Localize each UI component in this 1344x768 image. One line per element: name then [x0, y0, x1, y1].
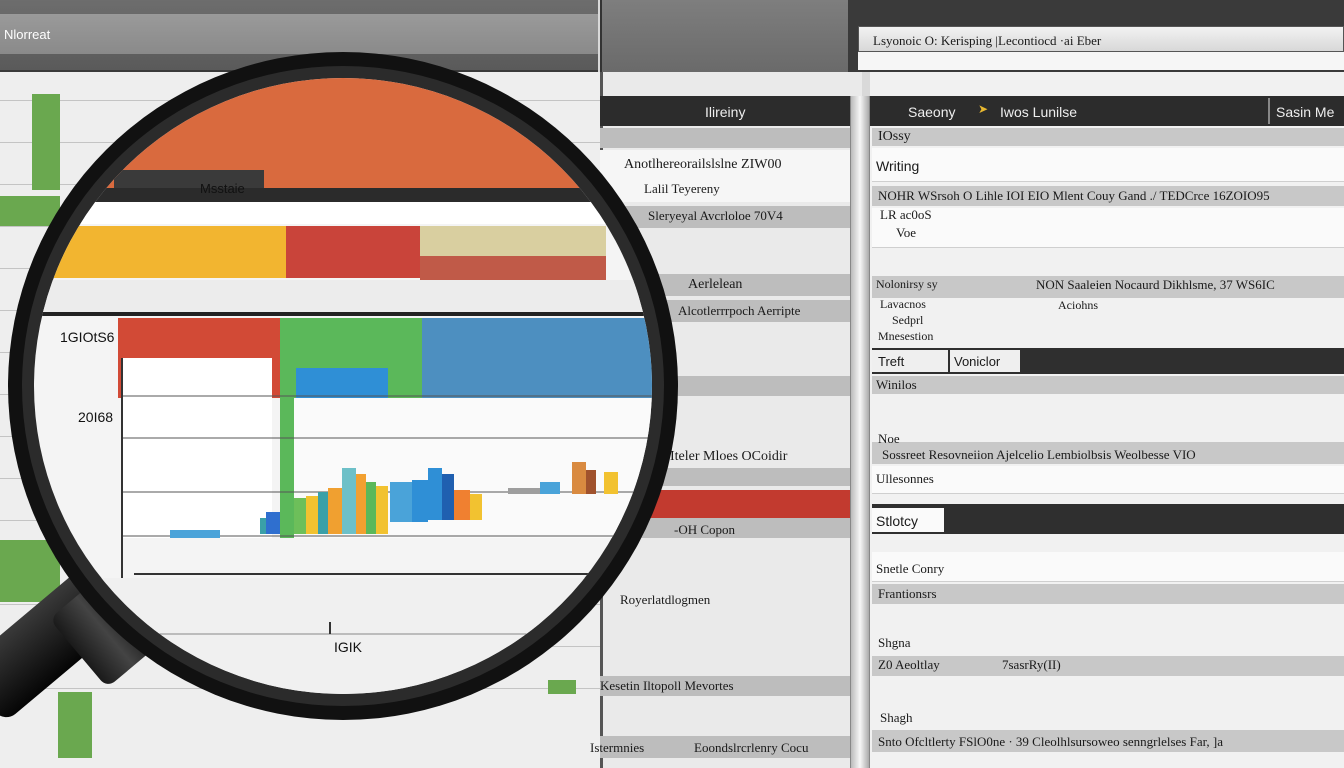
- lens-divider: [34, 312, 652, 316]
- mid-row-text: Aerlelean: [688, 277, 743, 292]
- bar: [604, 472, 618, 494]
- right-row-text: Nolonirsy sy: [876, 277, 938, 291]
- row-band: [872, 208, 1344, 248]
- lens-gap: [34, 280, 652, 312]
- y-tick-label: 1GIOtS6: [60, 329, 115, 345]
- right-row-text: NON Saaleien Nocaurd Dikhlsme, 37 WS6IC: [1036, 277, 1275, 292]
- right-row-text: Sossreet Resovneiion Ajelcelio Lembiolbs…: [882, 447, 1196, 462]
- bar: [170, 530, 220, 538]
- right-row-text: Z0 Aeoltlay: [878, 657, 940, 672]
- lens-bottom: [34, 578, 652, 694]
- bar: [572, 462, 586, 494]
- search-input-text: Lsyonoic O: Kerisping |Lecontiocd ·ai Eb…: [873, 33, 1102, 48]
- window-title: Nlorreat: [4, 27, 51, 42]
- right-header-label: Saeony: [908, 104, 956, 120]
- wide-bar-red: [286, 226, 420, 278]
- magnified-chart: [34, 78, 652, 694]
- bar: [540, 482, 560, 494]
- vertical-scrollbar[interactable]: [850, 96, 870, 768]
- mid-row-text: Lalil Teyereny: [644, 181, 720, 196]
- right-row-text: IOssy: [878, 129, 911, 144]
- bar: [586, 470, 596, 494]
- right-row-text: Ullesonnes: [876, 471, 934, 486]
- tab-label: Stlotcy: [876, 513, 919, 529]
- right-row-text: Winilos: [876, 377, 917, 392]
- wide-bar-yellow: [54, 226, 286, 278]
- search-input-underbar: [858, 52, 1344, 70]
- middle-header-label: Ilireiny: [705, 104, 746, 120]
- row-band: [872, 148, 1344, 182]
- tab-label: Treft: [878, 354, 905, 369]
- right-row-text: Writing: [876, 158, 920, 174]
- right-header-label: Sasin Me: [1276, 104, 1335, 120]
- bar: [266, 512, 280, 534]
- search-input[interactable]: Lsyonoic O: Kerisping |Lecontiocd ·ai Eb…: [858, 26, 1344, 52]
- tab-label: Voniclor: [954, 354, 1001, 369]
- right-row-text: Noe: [878, 431, 900, 446]
- mid-row-text: Alcotlerrrpoch Aerripte: [678, 303, 801, 318]
- mid-bar-blue: [296, 368, 388, 398]
- right-row-text: 7sasrRy(II): [1002, 657, 1061, 672]
- bar: [470, 494, 482, 520]
- row-band: [872, 656, 1344, 676]
- row-band: [872, 466, 1344, 494]
- right-row-text: Snto Ofcltlerty FSlO0ne · 39 Cleolhlsurs…: [878, 734, 1224, 749]
- big-bar-blue: [422, 318, 652, 398]
- bar: [318, 492, 328, 534]
- mid-row-text: Eoondslrcrlenry Cocu: [694, 740, 809, 755]
- row-band: [872, 128, 1344, 146]
- mid-row-text: -OH Copon: [674, 522, 736, 537]
- right-row-text: Aciohns: [1058, 298, 1098, 312]
- bar: [306, 496, 318, 534]
- top-toolbar-middle: [600, 0, 848, 72]
- active-tab[interactable]: [0, 14, 598, 54]
- tab-treft[interactable]: Treft: [872, 350, 948, 372]
- right-row-text: NOHR WSrsoh O Lihle IOI EIO Mlent Couy G…: [878, 188, 1270, 203]
- bar: [356, 474, 366, 534]
- chart-header-label: Msstaie: [200, 181, 245, 196]
- tab-stlotcy[interactable]: Stlotcy: [872, 508, 944, 532]
- column-divider: [1268, 98, 1270, 124]
- bar: [366, 482, 376, 534]
- wide-bar-red-2: [420, 256, 606, 280]
- right-row-text: LR ac0oS: [880, 207, 932, 222]
- right-row-text: Lavacnos: [880, 297, 926, 311]
- mid-row-text: Istermnies: [590, 740, 645, 755]
- cursor-icon: ➤: [978, 102, 989, 116]
- mid-row-text: Sleryeyal Avcrloloe 70V4: [648, 208, 783, 223]
- wide-bar-tan: [420, 226, 606, 256]
- right-row-text: Sedprl: [892, 313, 924, 327]
- row-band: [872, 376, 1344, 394]
- background-bar: [58, 692, 92, 758]
- right-row-text: Frantionsrs: [878, 586, 937, 601]
- bar: [454, 490, 470, 520]
- right-header-label: Iwos Lunilse: [1000, 104, 1078, 120]
- bar: [328, 488, 342, 534]
- tab-voniclor[interactable]: Voniclor: [950, 350, 1020, 372]
- magnifier-lens: Msstaie 1GIOtS6 20I68 IGIK: [34, 78, 652, 694]
- right-row-text: Snetle Conry: [876, 561, 945, 576]
- lens-header-strip: [34, 188, 652, 202]
- chart-body: [122, 358, 272, 538]
- right-row-text: Mnesestion: [878, 329, 934, 343]
- right-row-text: Shgna: [878, 635, 911, 650]
- bar: [428, 468, 442, 520]
- bar: [390, 482, 412, 522]
- bar: [376, 486, 388, 534]
- green-spike: [280, 398, 294, 538]
- row-band: [872, 584, 1344, 604]
- right-row-text: Shagh: [880, 710, 913, 725]
- y-tick-label: 20I68: [78, 409, 114, 425]
- lens-white-strip: [34, 202, 652, 224]
- bar: [294, 498, 306, 534]
- bar: [342, 468, 356, 534]
- mid-row-text: Iteler Mloes OCoidir: [670, 449, 788, 464]
- right-panel-header: Saeony ➤ Iwos Lunilse Sasin Me: [870, 96, 1344, 126]
- bar: [442, 474, 454, 520]
- right-row-text: Voe: [896, 225, 916, 240]
- bar: [412, 480, 428, 522]
- x-tick-label: IGIK: [334, 639, 363, 655]
